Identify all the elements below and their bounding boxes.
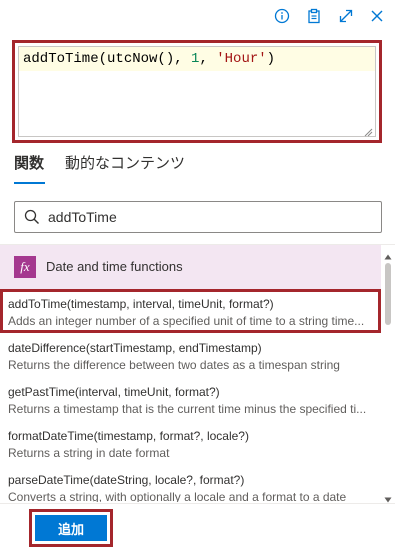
function-search: [14, 201, 382, 233]
tab-functions[interactable]: 関数: [14, 152, 44, 173]
function-description: Returns the difference between two dates…: [8, 358, 340, 372]
search-input[interactable]: [48, 202, 368, 232]
function-description: Returns a timestamp that is the current …: [8, 402, 367, 416]
expression-token: ): [266, 51, 276, 67]
scroll-thumb[interactable]: [385, 263, 391, 325]
function-description: Converts a string, with optionally a loc…: [8, 490, 347, 502]
function-item-addtotime[interactable]: addToTime(timestamp, interval, timeUnit,…: [0, 289, 381, 333]
resize-grip-icon[interactable]: [363, 124, 373, 137]
category-header[interactable]: fx Date and time functions: [0, 245, 381, 289]
function-description: Returns a string in date format: [8, 446, 170, 460]
expand-icon[interactable]: [337, 7, 355, 25]
function-description: Adds an integer number of a specified un…: [8, 314, 365, 328]
divider: [0, 503, 395, 504]
scroll-up-icon[interactable]: [384, 248, 392, 260]
search-icon: [24, 209, 40, 225]
function-item-formatdatetime[interactable]: formatDateTime(timestamp, format?, local…: [0, 421, 381, 465]
add-button-highlight: 追加: [29, 509, 113, 547]
function-signature: formatDateTime(timestamp, format?, local…: [8, 429, 249, 443]
list-scrollbar[interactable]: [381, 245, 395, 503]
expression-token: ,: [199, 51, 217, 67]
info-icon[interactable]: [273, 7, 291, 25]
function-signature: dateDifference(startTimestamp, endTimest…: [8, 341, 262, 355]
function-list: addToTime(timestamp, interval, timeUnit,…: [0, 289, 381, 502]
tab-active-indicator: [14, 182, 45, 184]
expression-editor-highlight: addToTime(utcNow(), 1, 'Hour'): [12, 40, 382, 143]
category-label: Date and time functions: [46, 259, 183, 274]
expression-token: 'Hour': [216, 51, 267, 67]
scroll-down-icon[interactable]: [384, 491, 392, 503]
function-signature: parseDateTime(dateString, locale?, forma…: [8, 473, 245, 487]
function-signature: getPastTime(interval, timeUnit, format?): [8, 385, 220, 399]
expression-editor[interactable]: addToTime(utcNow(), 1, 'Hour'): [18, 46, 376, 137]
function-item-datedifference[interactable]: dateDifference(startTimestamp, endTimest…: [0, 333, 381, 377]
add-button[interactable]: 追加: [35, 515, 107, 541]
clipboard-icon[interactable]: [305, 7, 323, 25]
function-signature: addToTime(timestamp, interval, timeUnit,…: [8, 297, 274, 311]
expression-text[interactable]: addToTime(utcNow(), 1, 'Hour'): [23, 51, 275, 67]
function-icon: fx: [14, 256, 36, 278]
function-item-parsedatetime[interactable]: parseDateTime(dateString, locale?, forma…: [0, 465, 381, 502]
function-item-getpasttime[interactable]: getPastTime(interval, timeUnit, format?)…: [0, 377, 381, 421]
close-icon[interactable]: [368, 7, 386, 25]
expression-token: addToTime(utcNow(),: [23, 51, 192, 67]
tab-dynamic-content[interactable]: 動的なコンテンツ: [65, 152, 185, 173]
panel-toolbar: [0, 0, 395, 32]
